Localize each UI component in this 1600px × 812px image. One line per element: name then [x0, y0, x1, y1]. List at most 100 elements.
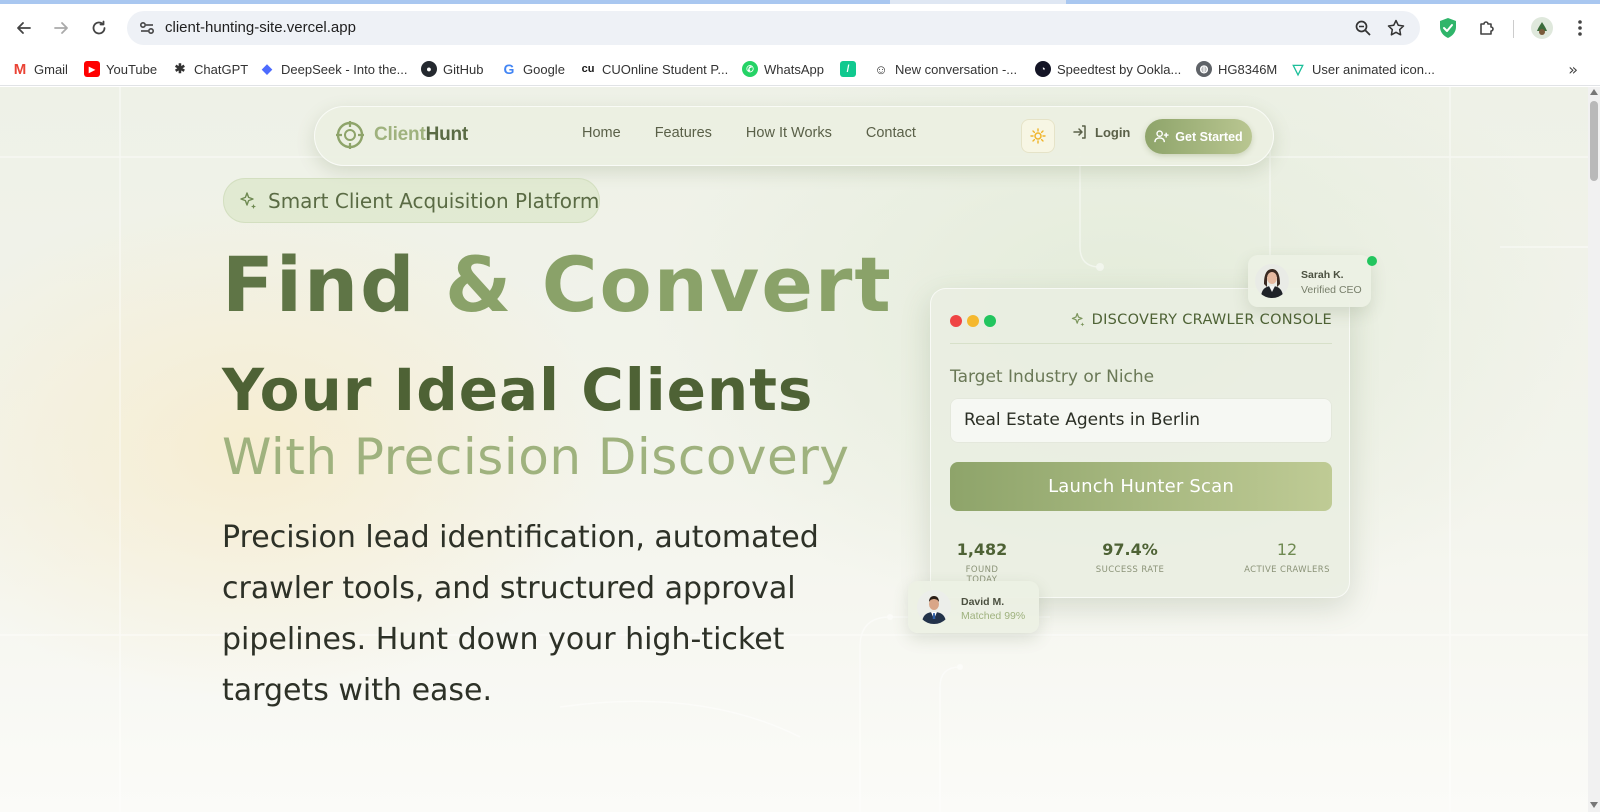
- scroll-down-icon[interactable]: [1590, 802, 1598, 808]
- hero-title-line1: Find & Convert: [222, 247, 893, 323]
- kebab-menu-icon: [1578, 20, 1582, 36]
- hero-title-line3: With Precision Discovery: [222, 428, 850, 486]
- window-dot-green: [984, 315, 996, 327]
- launch-hunter-scan-button[interactable]: Launch Hunter Scan: [950, 462, 1332, 511]
- bookmark-github[interactable]: ● GitHub: [421, 58, 483, 80]
- bookmark-new-conversation[interactable]: ☺ New conversation -...: [873, 58, 1017, 80]
- stat-label: SUCCESS RATE: [1095, 565, 1165, 575]
- google-icon: G: [503, 61, 515, 77]
- sun-icon: [1030, 128, 1046, 144]
- github-icon: ●: [421, 61, 437, 77]
- stat-value: 12: [1276, 540, 1298, 559]
- chip-name: Sarah K.: [1301, 269, 1344, 281]
- bookmark-google[interactable]: G Google: [501, 58, 565, 80]
- scroll-up-icon[interactable]: [1590, 89, 1598, 95]
- speedtest-icon: ◔: [1035, 61, 1051, 77]
- bookmarks-bar: M Gmail ▶ YouTube ✱ ChatGPT ◆ DeepSeek - Int…: [0, 52, 1600, 86]
- sparkles-icon: [240, 191, 256, 209]
- cuonline-icon: cu: [581, 63, 595, 75]
- sparkles-icon: [1071, 313, 1085, 327]
- chip-subtitle: Verified CEO: [1301, 284, 1362, 296]
- stat-value: 97.4%: [1102, 540, 1158, 559]
- nav-how-it-works[interactable]: How It Works: [746, 125, 832, 141]
- profile-chip-sarah: Sarah K. Verified CEO: [1248, 255, 1377, 307]
- bookmark-green-app[interactable]: /: [840, 58, 856, 80]
- bookmark-hg8346m[interactable]: ◍ HG8346M: [1196, 58, 1277, 80]
- site-navbar: ClientHunt Home Features How It Works Co…: [314, 106, 1274, 166]
- bookmark-youtube[interactable]: ▶ YouTube: [84, 58, 157, 80]
- bookmark-chatgpt[interactable]: ✱ ChatGPT: [172, 58, 249, 80]
- nav-home[interactable]: Home: [582, 125, 621, 141]
- console-stats: 1,482 FOUND TODAY 97.4% SUCCESS RATE 12 …: [950, 540, 1332, 585]
- extension-shield-button[interactable]: [1436, 16, 1460, 40]
- console-divider: [950, 343, 1332, 344]
- stat-label: ACTIVE CRAWLERS: [1244, 565, 1330, 575]
- logo-word-hunt: Hunt: [425, 124, 469, 145]
- toolbar-divider: [1513, 20, 1514, 38]
- user-plus-icon: [1154, 130, 1169, 143]
- stat-value: 1,482: [956, 540, 1008, 559]
- url-text[interactable]: client-hunting-site.vercel.app: [165, 19, 356, 36]
- copilot-icon: ☺: [874, 61, 888, 77]
- profile-avatar-icon: [1531, 17, 1553, 39]
- arrow-right-icon: [54, 22, 68, 34]
- youtube-icon: ▶: [84, 61, 100, 77]
- reload-button[interactable]: [84, 13, 114, 43]
- login-icon: [1073, 125, 1086, 139]
- bookmark-cuonline[interactable]: cu CUOnline Student P...: [580, 58, 729, 80]
- bookmark-star-icon[interactable]: [1386, 18, 1406, 38]
- nav-features[interactable]: Features: [655, 125, 712, 141]
- puzzle-icon: [1480, 21, 1494, 35]
- back-button[interactable]: [9, 13, 39, 43]
- forward-button[interactable]: [46, 13, 76, 43]
- extensions-button[interactable]: [1475, 16, 1499, 40]
- theme-toggle-button[interactable]: [1021, 119, 1055, 153]
- login-label: Login: [1095, 124, 1131, 140]
- browser-toolbar: client-hunting-site.vercel.app: [0, 6, 1600, 50]
- bookmark-whatsapp[interactable]: ✆ WhatsApp: [742, 58, 824, 80]
- stat-active-crawlers: 12 ACTIVE CRAWLERS: [1242, 540, 1332, 575]
- tab-strip-active: [0, 0, 890, 4]
- hero-badge-text: Smart Client Acquisition Platform: [268, 188, 600, 213]
- stat-found-today: 1,482 FOUND TODAY: [950, 540, 1014, 585]
- target-industry-input[interactable]: Real Estate Agents in Berlin: [950, 398, 1332, 443]
- hero-description: Precision lead identification, automated…: [222, 520, 819, 708]
- bookmark-user-animated[interactable]: ▽ User animated icon...: [1290, 58, 1435, 80]
- bookmark-gmail[interactable]: M Gmail: [12, 58, 68, 80]
- tab-strip: [0, 0, 1600, 4]
- nav-contact[interactable]: Contact: [866, 125, 916, 141]
- hero-word-convert: Convert: [541, 240, 893, 329]
- hero-title-line2: Your Ideal Clients: [222, 356, 814, 424]
- nav-links: Home Features How It Works Contact: [582, 125, 916, 141]
- chip-name: David M.: [961, 596, 1005, 608]
- hero-badge: Smart Client Acquisition Platform: [223, 178, 600, 223]
- address-bar[interactable]: client-hunting-site.vercel.app: [127, 11, 1420, 45]
- scrollbar-thumb[interactable]: [1590, 101, 1598, 181]
- hero-word-amp: &: [444, 240, 514, 329]
- get-started-button[interactable]: Get Started: [1145, 119, 1252, 154]
- whatsapp-icon: ✆: [742, 61, 758, 77]
- browser-menu-button[interactable]: [1568, 16, 1592, 40]
- login-button[interactable]: Login: [1072, 124, 1130, 140]
- reload-icon: [92, 20, 106, 35]
- page-scrollbar[interactable]: [1588, 87, 1600, 812]
- console-title-text: DISCOVERY CRAWLER CONSOLE: [1091, 312, 1332, 328]
- logo-word-client: Client: [374, 124, 426, 145]
- bookmark-speedtest[interactable]: ◔ Speedtest by Ookla...: [1035, 58, 1181, 80]
- discovery-console-card: DISCOVERY CRAWLER CONSOLE Target Industr…: [930, 288, 1350, 598]
- site-logo[interactable]: ClientHunt: [336, 121, 468, 149]
- bookmarks-overflow-icon[interactable]: »: [1568, 60, 1578, 79]
- shield-check-icon: [1440, 18, 1456, 38]
- console-title: DISCOVERY CRAWLER CONSOLE: [1070, 312, 1332, 328]
- page-viewport: ClientHunt Home Features How It Works Co…: [0, 87, 1588, 812]
- gmail-icon: M: [13, 60, 27, 78]
- avatar: [1255, 264, 1289, 298]
- site-settings-icon[interactable]: [137, 18, 157, 38]
- zoom-icon[interactable]: [1354, 19, 1372, 37]
- arrow-left-icon: [17, 22, 31, 34]
- bookmark-deepseek[interactable]: ◆ DeepSeek - Into the...: [259, 58, 407, 80]
- window-dot-red: [950, 315, 962, 327]
- deepseek-icon: ◆: [262, 61, 272, 76]
- profile-button[interactable]: [1530, 16, 1554, 40]
- chatgpt-icon: ✱: [174, 61, 186, 76]
